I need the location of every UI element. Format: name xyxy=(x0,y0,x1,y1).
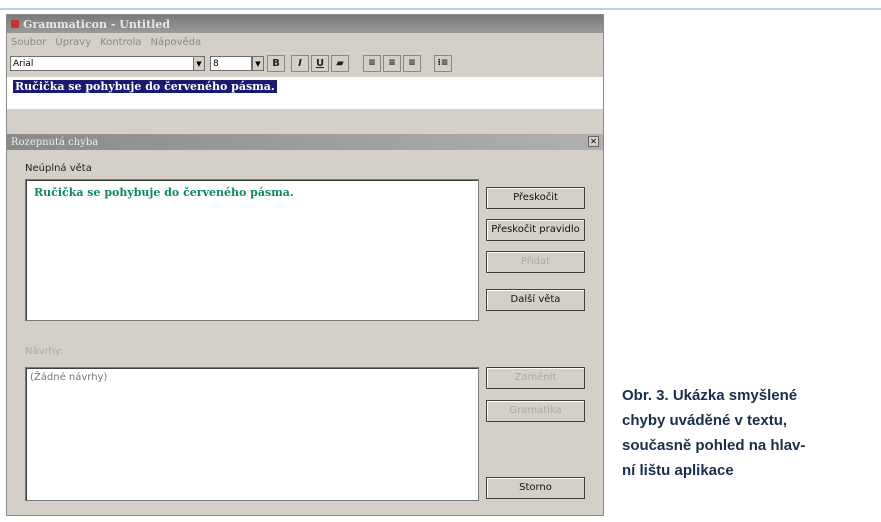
app-icon xyxy=(11,20,19,28)
caption-line-1: Obr. 3. Ukázka smyšlené xyxy=(622,387,798,404)
next-sentence-button[interactable]: Další věta xyxy=(486,289,585,311)
font-size-select[interactable]: 8 xyxy=(210,56,252,71)
skip-rule-button[interactable]: Přeskočit pravidlo xyxy=(486,219,585,241)
suggestions-text: (Žádné návrhy) xyxy=(30,372,108,383)
bullet-list-icon[interactable]: ⁝≡ xyxy=(434,55,452,72)
font-name-select[interactable]: Arial xyxy=(10,56,205,71)
caption-line-3: současně pohled na hlav- xyxy=(622,437,806,454)
figure-caption: Obr. 3. Ukázka smyšlené chyby uváděné v … xyxy=(622,383,872,483)
suggestions-box[interactable]: (Žádné návrhy) xyxy=(25,367,479,501)
document-area[interactable]: Ručička se pohybuje do červeného pásma. xyxy=(7,77,603,109)
caption-line-4: ní lištu aplikace xyxy=(622,462,734,479)
top-rule xyxy=(0,8,881,10)
format-toolbar: Arial ▼ 8 ▼ B I U ▰ ≡ ≡ ≡ ⁝≡ xyxy=(7,52,603,76)
title-bar: Grammaticon - Untitled xyxy=(7,15,603,33)
menu-kontrola[interactable]: Kontrola xyxy=(96,37,146,48)
menu-bar: Soubor Úpravy Kontrola Nápověda xyxy=(7,34,603,51)
font-size-dropdown-icon[interactable]: ▼ xyxy=(252,56,264,71)
skip-button[interactable]: Přeskočit xyxy=(486,187,585,209)
incomplete-sentence-text: Ručička se pohybuje do červeného pásma. xyxy=(34,186,294,199)
cancel-button[interactable]: Storno xyxy=(486,477,585,499)
highlight-icon[interactable]: ▰ xyxy=(331,55,349,72)
incomplete-sentence-box[interactable]: Ručička se pohybuje do červeného pásma. xyxy=(25,179,479,321)
caption-line-2: chyby uváděné v textu, xyxy=(622,412,788,429)
menu-soubor[interactable]: Soubor xyxy=(7,37,51,48)
incomplete-sentence-label: Neúplná věta xyxy=(25,163,92,174)
align-left-icon[interactable]: ≡ xyxy=(363,55,381,72)
replace-button[interactable]: Zaměnit xyxy=(486,367,585,389)
align-right-icon[interactable]: ≡ xyxy=(403,55,421,72)
bold-button[interactable]: B xyxy=(267,55,285,72)
menu-upravy[interactable]: Úpravy xyxy=(51,37,96,48)
app-window: Grammaticon - Untitled Soubor Úpravy Kon… xyxy=(6,14,604,516)
window-title: Grammaticon - Untitled xyxy=(23,17,171,31)
close-icon[interactable]: ✕ xyxy=(588,136,599,147)
dialog-title-bar: Rozepnutá chyba ✕ xyxy=(7,134,603,150)
add-button[interactable]: Přidat xyxy=(486,251,585,273)
dialog-title: Rozepnutá chyba xyxy=(11,136,99,148)
font-name-dropdown-icon[interactable]: ▼ xyxy=(193,56,205,71)
suggestions-label: Návrhy: xyxy=(25,346,64,357)
grammar-button[interactable]: Gramatika xyxy=(486,400,585,422)
menu-napoveda[interactable]: Nápověda xyxy=(147,37,207,48)
align-center-icon[interactable]: ≡ xyxy=(383,55,401,72)
underline-button[interactable]: U xyxy=(311,55,329,72)
selected-sentence[interactable]: Ručička se pohybuje do červeného pásma. xyxy=(13,80,277,93)
italic-button[interactable]: I xyxy=(291,55,309,72)
